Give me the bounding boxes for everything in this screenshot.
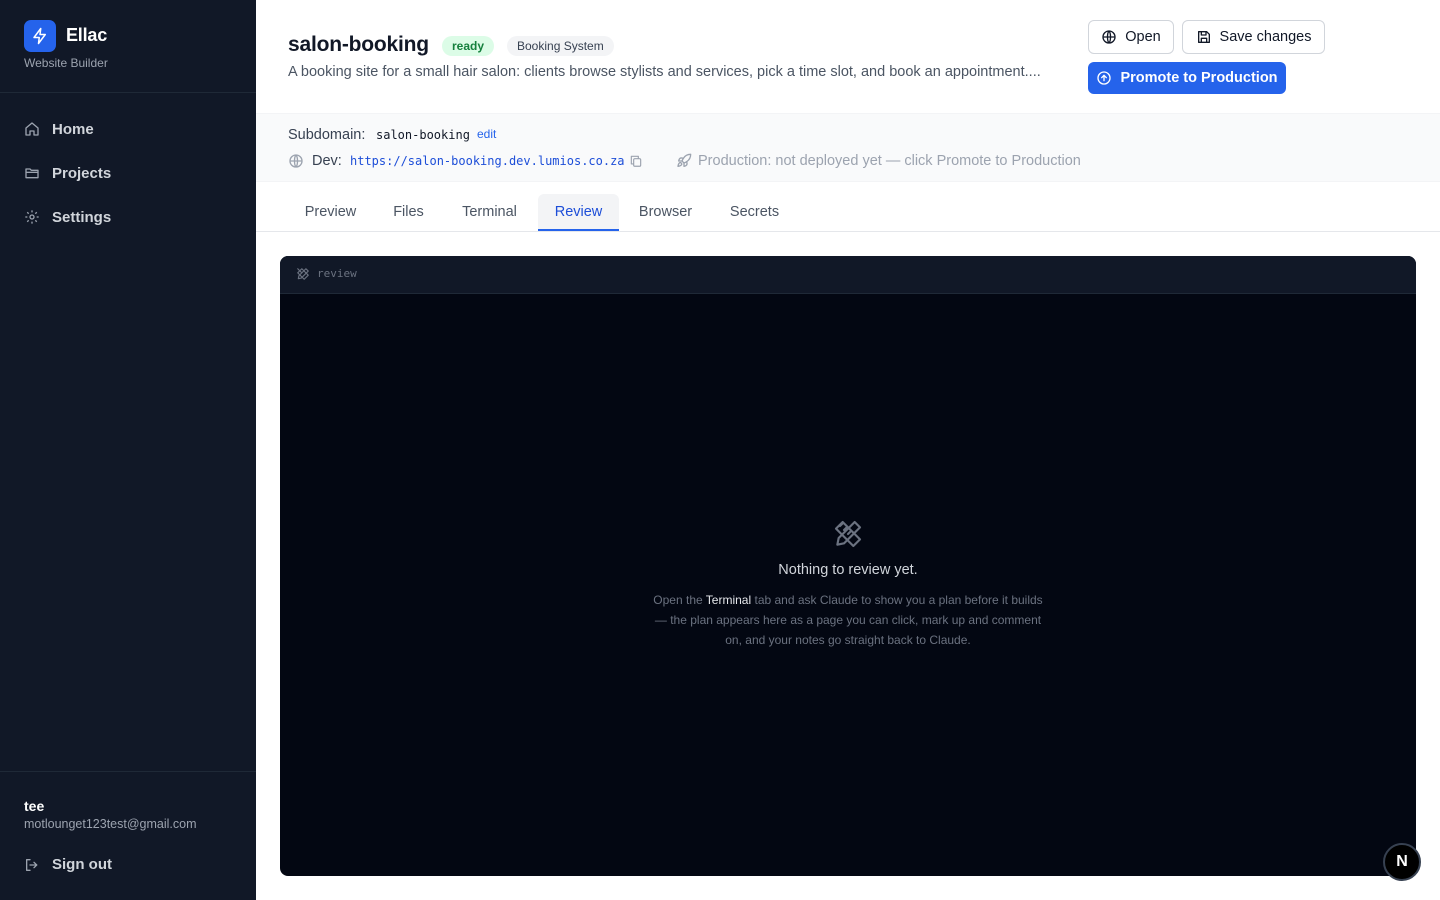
edit-subdomain-link[interactable]: edit [477, 127, 496, 141]
sidebar-item-projects[interactable]: Projects [0, 151, 256, 195]
sidebar-item-label: Settings [52, 208, 112, 226]
dev-label: Dev: [312, 153, 342, 169]
tab-review[interactable]: Review [538, 194, 619, 231]
open-button[interactable]: Open [1088, 20, 1174, 54]
save-button-label: Save changes [1219, 29, 1312, 45]
tab-preview[interactable]: Preview [288, 194, 373, 231]
review-panel-label: review [317, 267, 357, 280]
production-status: Production: not deployed yet — click Pro… [698, 153, 1081, 169]
app-name: Ellac [66, 25, 108, 45]
deploy-info: Subdomain: salon-booking edit Dev: https… [256, 114, 1440, 182]
page-title: salon-booking [288, 33, 429, 56]
sidebar-item-label: Home [52, 120, 94, 138]
sidebar-nav: Home Projects Settings [0, 107, 256, 239]
copy-icon[interactable] [629, 154, 643, 168]
user-panel: tee motlounget123test@gmail.com Sign out [0, 771, 256, 900]
empty-state-title: Nothing to review yet. [778, 562, 918, 578]
user-email: motlounget123test@gmail.com [24, 817, 197, 831]
promote-button-label: Promote to Production [1120, 70, 1278, 86]
gear-icon [24, 209, 40, 225]
pencil-ruler-icon [832, 518, 864, 550]
tab-browser[interactable]: Browser [623, 194, 708, 231]
main-content: salon-booking ready Booking System A boo… [256, 0, 1440, 900]
sign-out-label: Sign out [52, 856, 112, 873]
terminal-mention: Terminal [705, 593, 752, 607]
subdomain-label: Subdomain: [288, 127, 366, 143]
sidebar-item-settings[interactable]: Settings [0, 195, 256, 239]
sidebar-item-label: Projects [52, 164, 112, 182]
sign-out-button[interactable]: Sign out [24, 856, 112, 873]
project-description: A booking site for a small hair salon: c… [288, 64, 1041, 80]
arrow-up-circle-icon [1097, 71, 1112, 85]
app-subtitle: Website Builder [24, 56, 108, 70]
globe-icon [288, 153, 304, 169]
lightning-icon[interactable] [24, 20, 56, 52]
sidebar-item-home[interactable]: Home [0, 107, 256, 151]
sidebar: Ellac Website Builder Home Projects Sett… [0, 0, 256, 900]
tab-terminal[interactable]: Terminal [444, 194, 535, 231]
home-icon [24, 121, 40, 137]
sign-out-icon [24, 857, 40, 873]
save-button[interactable]: Save changes [1182, 20, 1325, 54]
next-devtools-button[interactable]: N [1383, 843, 1421, 881]
tab-bar: Preview Files Terminal Review Browser Se… [256, 182, 1440, 232]
status-badge: ready [442, 36, 495, 56]
pencil-ruler-icon [296, 267, 310, 281]
globe-icon [1102, 30, 1116, 44]
folder-icon [24, 165, 40, 181]
open-button-label: Open [1125, 29, 1161, 45]
dev-url-link[interactable]: https://salon-booking.dev.lumios.co.za [350, 154, 625, 168]
tab-files[interactable]: Files [377, 194, 440, 231]
promote-button[interactable]: Promote to Production [1088, 62, 1286, 94]
rocket-icon [676, 153, 692, 169]
project-header: salon-booking ready Booking System A boo… [256, 0, 1440, 114]
category-badge: Booking System [507, 36, 614, 56]
review-panel-header: review [280, 256, 1416, 294]
save-icon [1197, 31, 1210, 43]
brand: Ellac Website Builder [0, 0, 256, 93]
user-name: tee [24, 798, 45, 814]
review-panel: review Nothing to review yet. Open the T… [280, 256, 1416, 876]
empty-state: Nothing to review yet. Open the Terminal… [648, 518, 1048, 650]
tab-secrets[interactable]: Secrets [712, 194, 797, 231]
subdomain-value: salon-booking [376, 128, 470, 142]
empty-state-body: Open the Terminal tab and ask Claude to … [648, 590, 1048, 650]
empty-body-text: Open the [653, 593, 706, 607]
